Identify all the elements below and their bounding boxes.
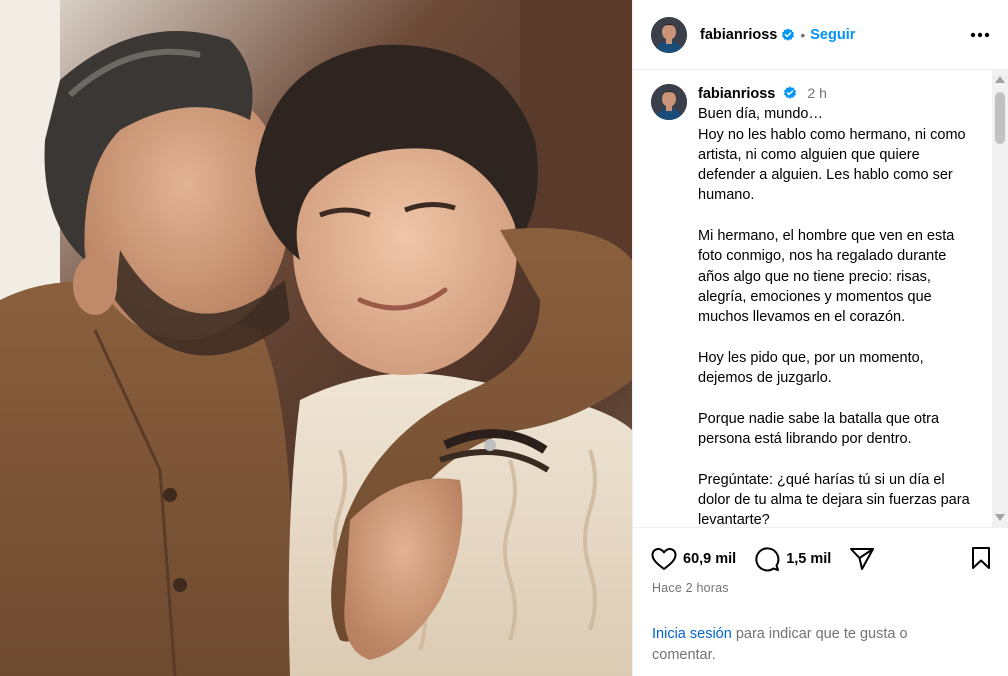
- comments-count[interactable]: 1,5 mil: [786, 551, 831, 567]
- scrollbar-thumb[interactable]: [995, 92, 1005, 144]
- like-button[interactable]: 60,9 mil: [651, 547, 736, 571]
- likes-count[interactable]: 60,9 mil: [683, 551, 736, 567]
- post-side-panel: fabianrioss • Seguir fabianrioss 2 h Bue…: [632, 0, 1008, 676]
- caption-body: fabianrioss 2 h Buen día, mundo… Hoy no …: [698, 83, 978, 527]
- caption-time[interactable]: 2 h: [807, 85, 826, 101]
- post-timestamp[interactable]: Hace 2 horas: [652, 581, 729, 595]
- login-prompt: Inicia sesión para indicar que te gusta …: [652, 624, 952, 666]
- caption-avatar[interactable]: [651, 84, 687, 120]
- caption-scrollbar[interactable]: [992, 70, 1008, 527]
- scroll-down-arrow-icon[interactable]: [995, 514, 1005, 521]
- heart-icon: [651, 548, 677, 570]
- login-link[interactable]: Inicia sesión: [652, 626, 732, 642]
- more-horizontal-icon: [970, 32, 990, 38]
- verified-badge-icon: [784, 86, 797, 99]
- share-button[interactable]: [849, 547, 875, 571]
- share-icon: [850, 548, 875, 570]
- username-link[interactable]: fabianrioss: [700, 27, 777, 43]
- save-button[interactable]: [971, 546, 991, 575]
- post-image: [0, 0, 632, 676]
- follow-button[interactable]: Seguir: [810, 27, 855, 43]
- bookmark-icon: [972, 547, 990, 569]
- scroll-up-arrow-icon[interactable]: [995, 76, 1005, 83]
- action-row: 60,9 mil 1,5 mil: [651, 544, 893, 574]
- caption-area[interactable]: fabianrioss 2 h Buen día, mundo… Hoy no …: [633, 70, 1008, 527]
- more-options-button[interactable]: [967, 22, 993, 48]
- post-photo[interactable]: [0, 0, 632, 676]
- caption-username[interactable]: fabianrioss: [698, 86, 775, 102]
- avatar[interactable]: [651, 16, 687, 53]
- comment-icon: [755, 547, 780, 572]
- actions-area: 60,9 mil 1,5 mil Hace 2 horas Inicia ses…: [633, 527, 1008, 676]
- caption-text: Buen día, mundo… Hoy no les hablo como h…: [698, 106, 970, 527]
- post-header: fabianrioss • Seguir: [633, 0, 1008, 70]
- separator-dot: •: [800, 26, 806, 43]
- comment-button[interactable]: 1,5 mil: [754, 546, 831, 572]
- verified-badge-icon: [782, 28, 795, 41]
